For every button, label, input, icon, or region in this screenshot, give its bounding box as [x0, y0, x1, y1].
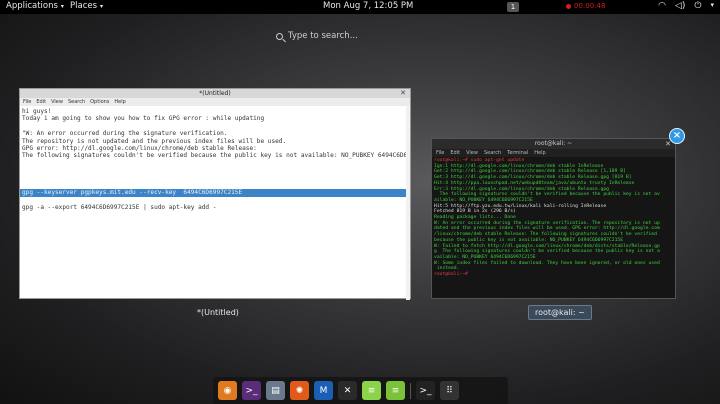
editor-window-label[interactable]: *(Untitled)	[197, 308, 239, 317]
clock[interactable]: Mon Aug 7, 12:05 PM	[323, 1, 413, 11]
applications-label: Applications	[6, 1, 58, 11]
search-icon	[276, 32, 283, 40]
menu-options[interactable]: Options	[90, 98, 109, 106]
editor-line: Today i am going to show you how to fix …	[22, 115, 265, 123]
dock-separator	[410, 382, 411, 399]
record-icon	[566, 3, 571, 9]
burpsuite-icon[interactable]: ✺	[290, 381, 309, 400]
recording-indicator[interactable]: 00:00:48	[566, 2, 605, 10]
menu-view[interactable]: View	[51, 98, 63, 106]
search-placeholder: Type to search...	[288, 31, 358, 41]
menu-edit[interactable]: Edit	[450, 149, 460, 157]
editor-menu-bar: File Edit View Search Options Help	[20, 98, 410, 106]
menu-file[interactable]: File	[436, 149, 444, 157]
terminal-icon[interactable]: >_	[242, 381, 261, 400]
volume-icon[interactable]: ◁)	[675, 1, 685, 11]
terminal-menu-bar: File Edit View Search Terminal Help	[432, 149, 675, 157]
menu-help[interactable]: Help	[114, 98, 125, 106]
places-label: Places	[70, 1, 98, 11]
app-grid-icon[interactable]: ⠿	[440, 381, 459, 400]
editor-line: GPG error: http://dl.google.com/linux/ch…	[22, 144, 257, 152]
chevron-down-icon[interactable]: ▾	[710, 1, 714, 11]
editor-line: hi guys!	[22, 108, 52, 115]
search-field[interactable]: Type to search...	[276, 29, 396, 43]
dock: ◉ >_ ▤ ✺ M ✕ ≡ ≡ >_ ⠿	[213, 377, 508, 404]
terminal-output[interactable]: root@kali:~# sudo apt-get update Ign:1 ht…	[432, 157, 675, 298]
close-icon[interactable]: ✕	[400, 89, 406, 98]
terminal-line: /linux/chrome/deb stable Release: The fo…	[434, 232, 657, 238]
editor-title-bar[interactable]: *(Untitled) ✕	[20, 89, 410, 98]
wifi-icon[interactable]: ◠	[658, 1, 666, 11]
text-editor-alt-icon[interactable]: ≡	[386, 381, 405, 400]
menu-file[interactable]: File	[23, 98, 31, 106]
editor-line: The repository is not updated and the pr…	[22, 137, 287, 145]
firefox-icon[interactable]: ◉	[218, 381, 237, 400]
text-editor-window[interactable]: *(Untitled) ✕ File Edit View Search Opti…	[19, 88, 411, 300]
menu-search[interactable]: Search	[484, 149, 501, 157]
terminal-window-label[interactable]: root@kali: ~	[528, 305, 592, 320]
workspace-indicator[interactable]: 1	[507, 2, 519, 12]
menu-help[interactable]: Help	[534, 149, 545, 157]
top-bar: Applications ▾ Places ▾ Mon Aug 7, 12:05…	[0, 0, 720, 14]
terminal-line: W: Some index files failed to download. …	[434, 260, 660, 266]
applications-menu[interactable]: Applications ▾	[6, 1, 64, 11]
text-editor-icon[interactable]: ≡	[362, 381, 381, 400]
editor-line: gpg -a --export 6494C6D6997C215E | sudo …	[22, 204, 217, 212]
recording-time: 00:00:48	[574, 2, 606, 10]
system-tray: ◠ ◁) ⏻ ▾	[658, 1, 714, 11]
editor-text-area[interactable]: hi guys! Today i am going to show you how…	[20, 106, 410, 300]
editor-title: *(Untitled)	[199, 90, 231, 97]
terminal-line: root@kali:~#	[434, 272, 471, 278]
files-icon[interactable]: ▤	[266, 381, 285, 400]
menu-edit[interactable]: Edit	[36, 98, 46, 106]
close-window-icon[interactable]: ×	[669, 128, 685, 144]
terminal-title: root@kali: ~	[534, 140, 573, 147]
places-menu[interactable]: Places ▾	[70, 1, 103, 11]
menu-search[interactable]: Search	[68, 98, 85, 106]
power-icon[interactable]: ⏻	[694, 1, 701, 11]
editor-line: The following signatures couldn't be ver…	[22, 152, 410, 160]
terminal-window[interactable]: root@kali: ~ ✕ File Edit View Search Ter…	[431, 138, 676, 299]
menu-view[interactable]: View	[466, 149, 478, 157]
editor-scrollbar[interactable]	[406, 106, 410, 300]
metasploit-icon[interactable]: M	[314, 381, 333, 400]
chevron-down-icon: ▾	[100, 2, 104, 10]
editor-line: "W: An error occurred during the signatu…	[22, 130, 228, 138]
kali-tools-icon[interactable]: ✕	[338, 381, 357, 400]
terminal-small-icon[interactable]: >_	[416, 381, 435, 400]
terminal-title-bar[interactable]: root@kali: ~ ✕	[432, 139, 675, 149]
editor-line: gpg --keyserver pgpkeys.mit.edu --recv-k…	[20, 189, 408, 197]
chevron-down-icon: ▾	[60, 2, 64, 10]
menu-terminal[interactable]: Terminal	[507, 149, 528, 157]
